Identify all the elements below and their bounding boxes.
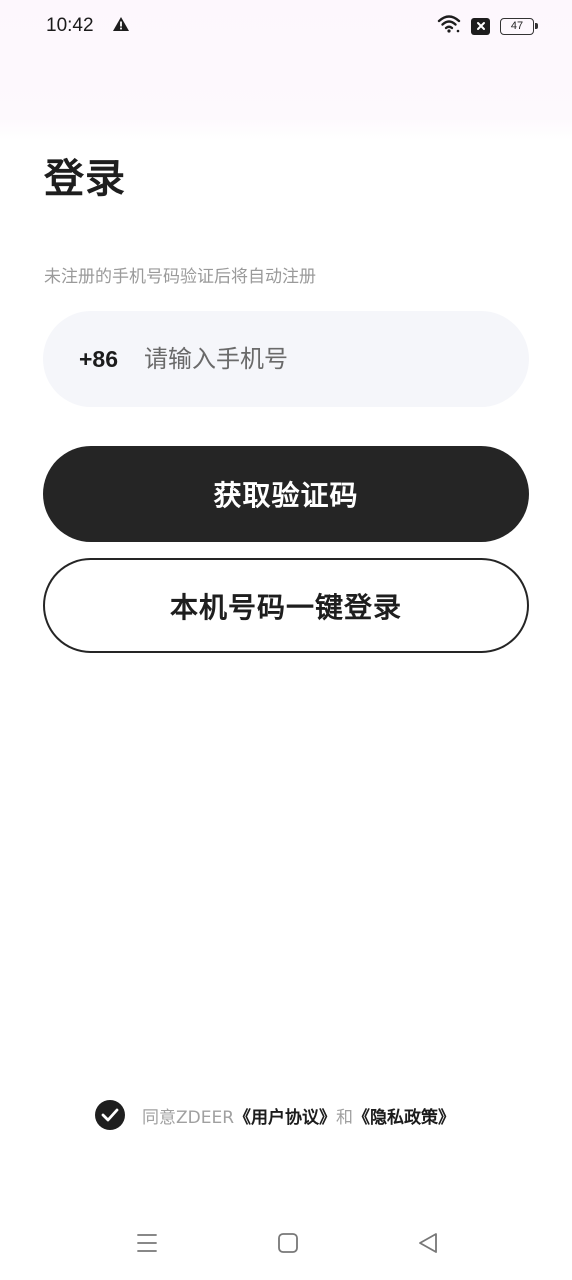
agreement-prefix: 同意ZDEER [142,1107,235,1128]
system-nav-bar [0,1220,572,1270]
register-hint: 未注册的手机号码验证后将自动注册 [44,267,316,287]
status-right: 47 [437,14,538,38]
phone-field[interactable]: +86 [43,311,529,407]
phone-input[interactable] [144,345,465,373]
login-screen: 10:42 47 登录 未注册的手机号码验证后将自动注册 +86 请输入手机号 … [0,0,572,1280]
page-title: 登录 [44,156,126,202]
home-icon[interactable] [277,1232,299,1258]
notification-x-icon [471,17,490,35]
status-time: 10:42 [46,15,94,36]
battery-icon: 47 [500,17,538,35]
user-agreement-link[interactable]: 《用户协议》 [234,1103,336,1128]
back-icon[interactable] [417,1232,439,1258]
country-code[interactable]: +86 [79,346,118,373]
privacy-policy-link[interactable]: 《隐私政策》 [353,1103,455,1128]
checkmark-icon [101,1108,119,1122]
get-code-button[interactable]: 获取验证码 [43,446,529,542]
agreement-checkbox[interactable] [95,1100,125,1130]
wifi-icon [437,14,461,38]
warning-icon [112,16,130,36]
battery-level: 47 [510,20,524,32]
one-click-login-button[interactable]: 本机号码一键登录 [43,558,529,653]
status-bar: 10:42 47 [0,0,572,52]
status-left: 10:42 [46,15,130,37]
agreement-row: 同意ZDEER 《用户协议》 和 《隐私政策》 [95,1099,455,1131]
menu-icon[interactable] [136,1232,158,1258]
agreement-and: 和 [336,1107,354,1128]
